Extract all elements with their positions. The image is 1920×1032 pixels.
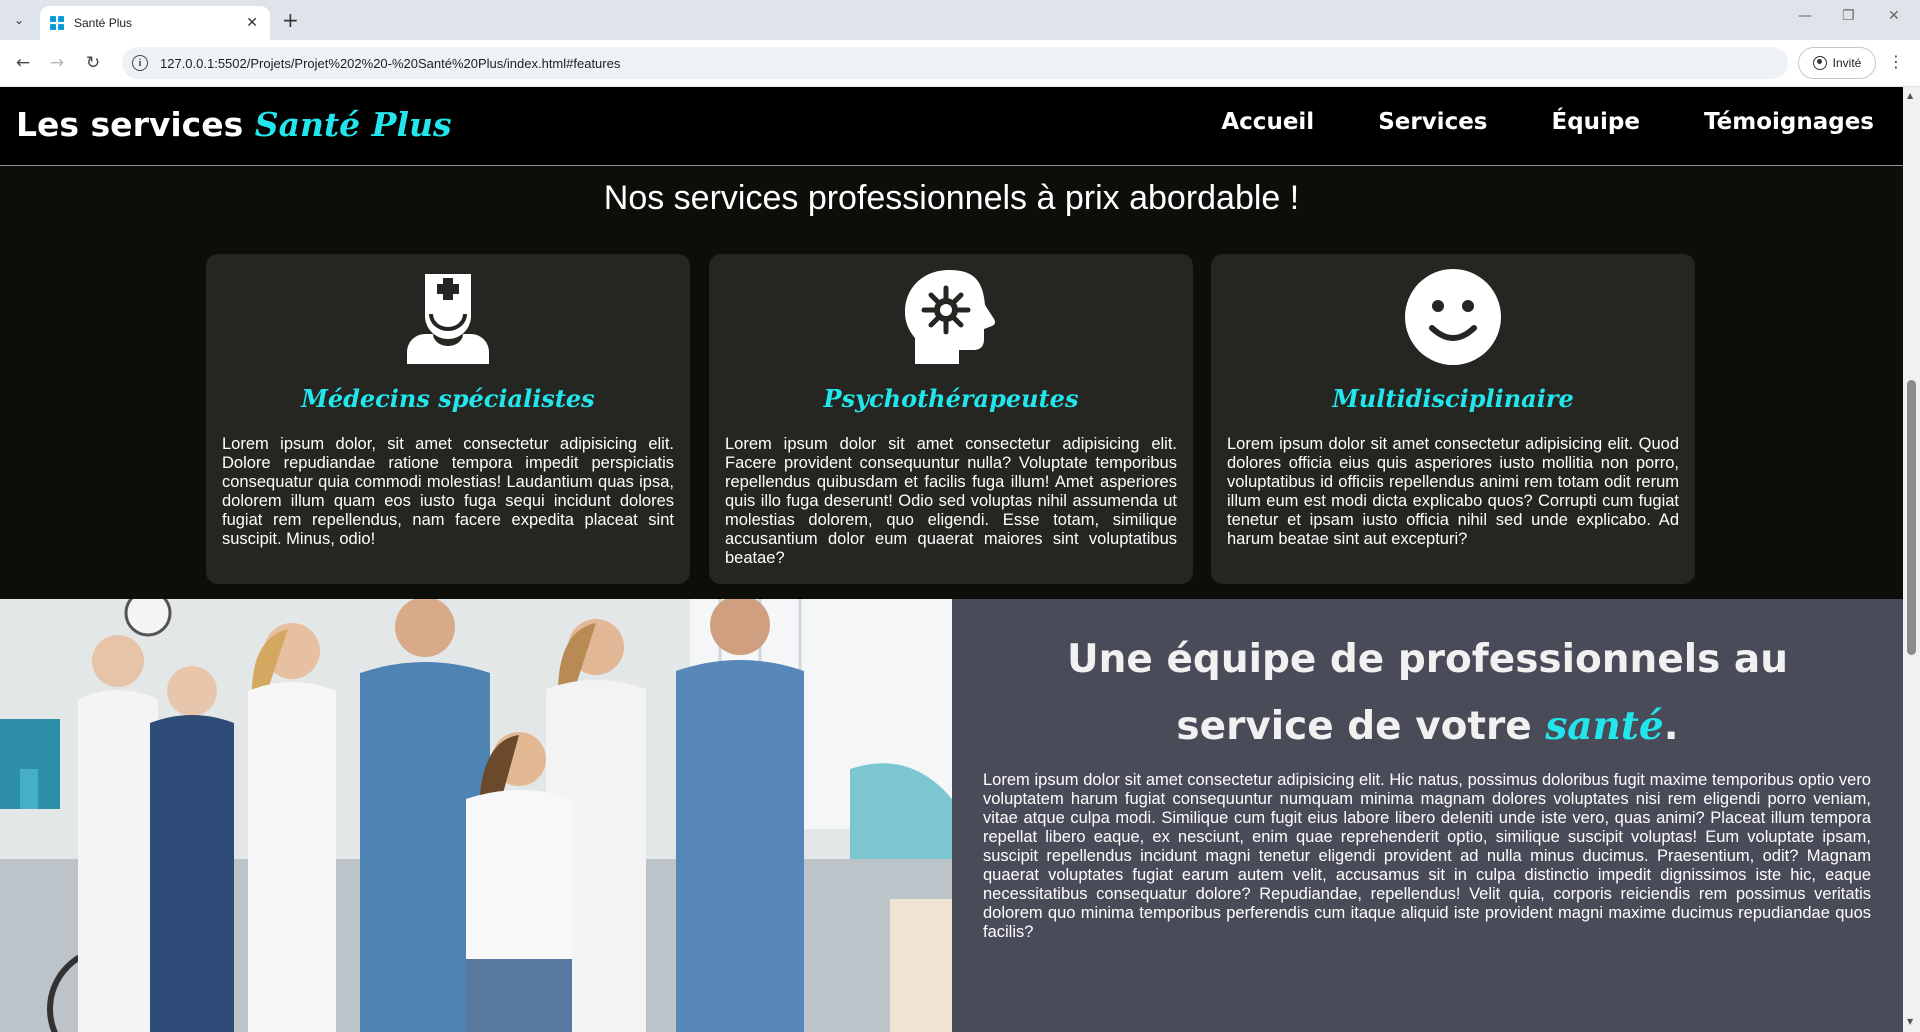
reload-icon[interactable]: ↻	[80, 50, 106, 76]
team-title-line2: service de votre	[1176, 704, 1546, 749]
site-info-icon[interactable]: i	[132, 55, 148, 71]
tab-title: Santé Plus	[74, 16, 133, 30]
features-title: Nos services professionnels à prix abord…	[603, 179, 1300, 217]
close-window-icon[interactable]: ✕	[1888, 8, 1900, 24]
feature-card-multidisciplinary: Multidisciplinaire Lorem ipsum dolor sit…	[1211, 254, 1695, 584]
profile-label: Invité	[1832, 56, 1862, 70]
tab-close-icon[interactable]: ✕	[246, 15, 258, 31]
url-text: 127.0.0.1:5502/Projets/Projet%202%20-%20…	[160, 55, 621, 71]
logo-prefix: Les services	[16, 105, 255, 144]
team-body-text: Lorem ipsum dolor sit amet consectetur a…	[983, 771, 1871, 941]
team-photo	[0, 599, 952, 1032]
team-title-line1: Une équipe de professionnels au	[1066, 637, 1789, 682]
main-nav: Accueil Services Équipe Témoignages	[1221, 109, 1874, 135]
new-tab-plus-icon[interactable]: +	[282, 8, 299, 32]
site-logo[interactable]: Les services Santé Plus	[16, 105, 452, 144]
scrollbar-thumb[interactable]	[1907, 380, 1916, 655]
back-arrow-icon[interactable]: ←	[10, 50, 36, 76]
forward-arrow-icon[interactable]: →	[44, 50, 70, 76]
site-favicon-icon	[50, 16, 64, 30]
team-title-accent: santé	[1545, 703, 1664, 749]
logo-accent: Santé Plus	[254, 105, 452, 144]
team-section: Une équipe de professionnels au service …	[952, 599, 1903, 1032]
team-title-suffix: .	[1663, 704, 1679, 749]
brain-virus-icon	[709, 268, 1193, 368]
card-text: Lorem ipsum dolor sit amet consectetur a…	[725, 435, 1177, 567]
card-text: Lorem ipsum dolor sit amet consectetur a…	[1227, 435, 1679, 548]
minimize-icon[interactable]: —	[1798, 8, 1812, 24]
restore-icon[interactable]: ❐	[1842, 8, 1855, 24]
browser-tab-bar: ⌄ Santé Plus ✕ + — ❐ ✕	[0, 0, 1920, 40]
card-text: Lorem ipsum dolor, sit amet consectetur …	[222, 435, 674, 548]
browser-menu-icon[interactable]: ⋮	[1888, 52, 1904, 71]
nav-link-equipe[interactable]: Équipe	[1552, 109, 1641, 135]
doctor-icon	[206, 268, 690, 368]
card-title: Multidisciplinaire	[1332, 384, 1574, 413]
card-title: Médecins spécialistes	[301, 384, 595, 413]
feature-card-psychotherapists: Psychothérapeutes Lorem ipsum dolor sit …	[709, 254, 1193, 584]
site-header: Les services Santé Plus Accueil Services…	[0, 87, 1903, 166]
team-title: Une équipe de professionnels au service …	[952, 627, 1903, 760]
tab-list-chevron-icon[interactable]: ⌄	[7, 8, 31, 32]
profile-icon	[1812, 56, 1827, 70]
browser-toolbar: ← → ↻ i 127.0.0.1:5502/Projets/Projet%20…	[0, 40, 1920, 87]
page-scrollbar[interactable]: ▲ ▼	[1903, 87, 1920, 1032]
page-viewport: Les services Santé Plus Accueil Services…	[0, 87, 1903, 1032]
feature-card-specialists: Médecins spécialistes Lorem ipsum dolor,…	[206, 254, 690, 584]
nav-link-temoignages[interactable]: Témoignages	[1704, 109, 1874, 135]
scroll-down-icon[interactable]: ▼	[1907, 1017, 1913, 1026]
card-title: Psychothérapeutes	[823, 384, 1079, 413]
address-bar[interactable]: i 127.0.0.1:5502/Projets/Projet%202%20-%…	[122, 47, 1788, 79]
scroll-up-icon[interactable]: ▲	[1907, 91, 1913, 100]
profile-button[interactable]: Invité	[1798, 47, 1876, 79]
smiley-icon	[1211, 268, 1695, 368]
nav-link-services[interactable]: Services	[1378, 109, 1487, 135]
browser-tab[interactable]: Santé Plus ✕	[40, 6, 270, 40]
nav-link-accueil[interactable]: Accueil	[1221, 109, 1314, 135]
